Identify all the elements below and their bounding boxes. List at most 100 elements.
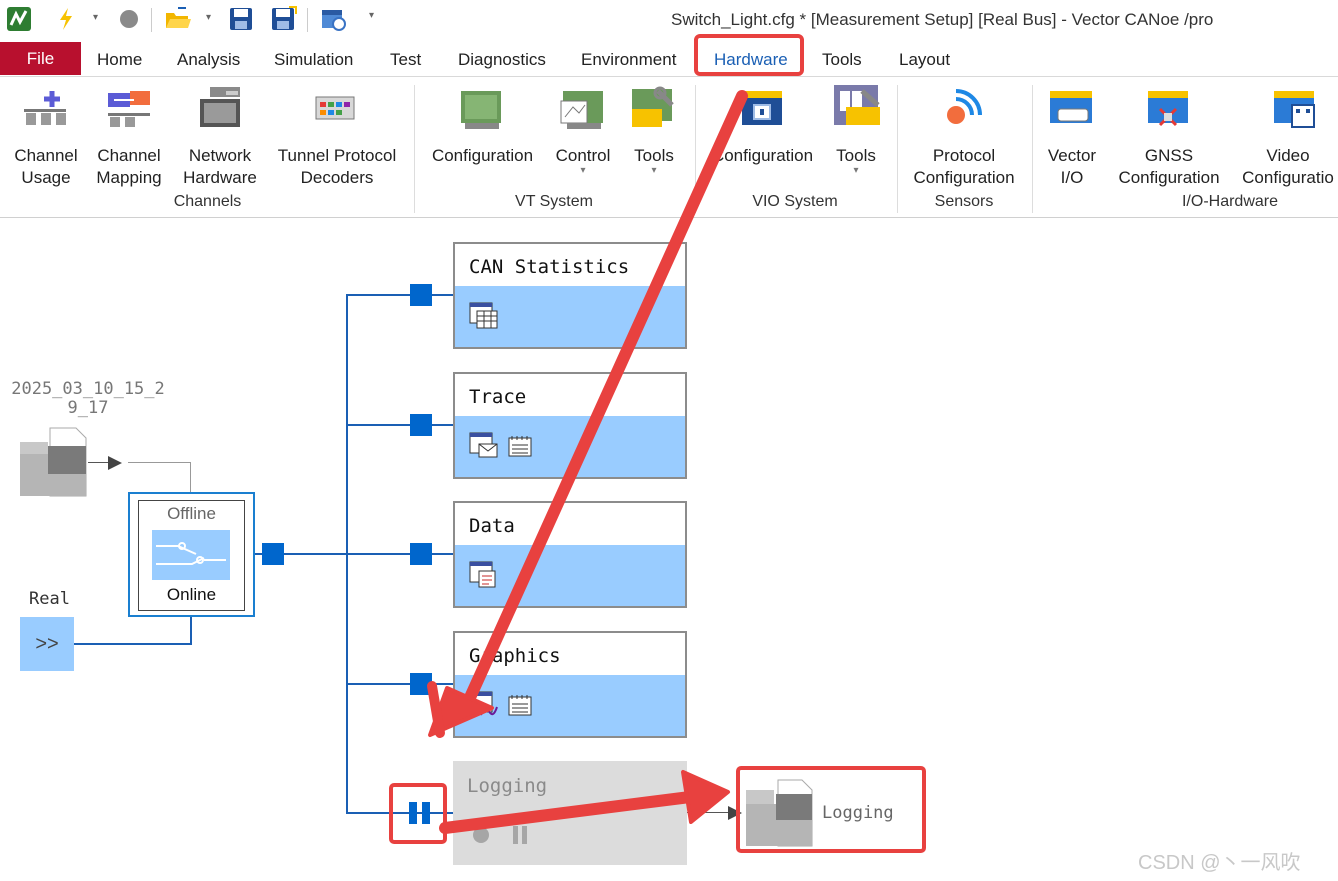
chevron-down-icon: ▾ (580, 165, 586, 176)
trace-node[interactable] (410, 414, 432, 436)
data-window-icon (469, 561, 496, 588)
trace-window-icon (469, 432, 498, 458)
tab-simulation[interactable]: Simulation (274, 50, 353, 70)
source-to-switch-line-vertical (190, 462, 191, 492)
switch-output-node[interactable] (262, 543, 284, 565)
notepad-icon (508, 436, 532, 457)
vt-configuration-button[interactable]: Configuration (425, 145, 540, 167)
online-offline-switch[interactable]: Offline Online (128, 492, 255, 617)
ribbon-group-separator (1032, 85, 1033, 213)
record-pause-icons (473, 826, 527, 844)
video-configuration-button[interactable]: Video Configuratio (1238, 145, 1338, 189)
channel-usage-icon (20, 87, 70, 140)
sensor-signal-icon (938, 85, 988, 138)
video-configuration-icon (1272, 87, 1322, 138)
block-title: CAN Statistics (469, 256, 630, 278)
vio-configuration-button[interactable]: Configuration (705, 145, 820, 167)
logging-block[interactable]: Logging (453, 761, 687, 865)
channel-usage-button[interactable]: Channel Usage (10, 145, 82, 189)
vt-tools-icon (630, 85, 680, 136)
source-arrow-head (108, 456, 122, 470)
graphics-block[interactable]: Graphics (453, 631, 687, 738)
tab-diagnostics[interactable]: Diagnostics (458, 50, 546, 70)
stop-measurement-icon[interactable] (118, 6, 140, 37)
annotation-box-pause (389, 783, 447, 844)
graphics-window-icon (469, 691, 498, 716)
graphics-node[interactable] (410, 673, 432, 695)
channel-mapping-button[interactable]: Channel Mapping (93, 145, 165, 189)
vt-control-button[interactable]: Control ▾ (548, 145, 618, 176)
toolbar-separator (151, 8, 152, 32)
data-node[interactable] (410, 543, 432, 565)
tab-analysis[interactable]: Analysis (177, 50, 240, 70)
tunnel-protocol-decoders-icon (314, 93, 360, 132)
annotation-box-hardware-tab (694, 34, 804, 76)
tab-home[interactable]: Home (97, 50, 142, 70)
can-statistics-node[interactable] (410, 284, 432, 306)
switch-icon (152, 530, 230, 580)
customize-toolbar-icon[interactable]: ▾ (369, 10, 374, 21)
ribbon-tab-bar: File Home Analysis Simulation Test Diagn… (0, 40, 1338, 77)
open-folder-icon[interactable] (164, 6, 192, 37)
offline-label[interactable]: Offline (138, 504, 245, 524)
gnss-configuration-button[interactable]: GNSS Configuration (1113, 145, 1225, 189)
block-title: Trace (469, 386, 527, 408)
real-to-switch-line-vertical (190, 617, 192, 645)
annotation-box-logging-file (736, 766, 926, 853)
trace-block[interactable]: Trace (453, 372, 687, 479)
block-title: Logging (467, 775, 548, 797)
ribbon-group-separator (897, 85, 898, 213)
window-title: Switch_Light.cfg * [Measurement Setup] [… (671, 10, 1214, 29)
ribbon-group-vio-system: VIO System (752, 193, 838, 210)
save-icon[interactable] (229, 6, 253, 37)
network-hardware-button[interactable]: Network Hardware (180, 145, 260, 189)
real-to-switch-line (74, 643, 192, 645)
tab-layout[interactable]: Layout (899, 50, 950, 70)
tunnel-protocol-decoders-button[interactable]: Tunnel Protocol Decoders (272, 145, 402, 189)
source-file-icon[interactable] (20, 426, 90, 503)
source-to-switch-line (128, 462, 191, 463)
branch-line-can-statistics (346, 294, 454, 296)
notepad-icon (508, 695, 532, 716)
ribbon-group-channels: Channels (173, 193, 242, 210)
save-as-icon[interactable] (271, 6, 297, 37)
block-title: Graphics (469, 645, 561, 667)
toolbar-separator (307, 8, 308, 32)
tab-test[interactable]: Test (390, 50, 421, 70)
ribbon-group-separator (414, 85, 415, 213)
ribbon-group-sensors: Sensors (934, 193, 994, 210)
block-body (455, 545, 685, 606)
branch-line-graphics (346, 683, 454, 685)
real-bus-label: Real (29, 589, 70, 609)
vt-tools-button[interactable]: Tools ▾ (626, 145, 682, 176)
vector-io-button[interactable]: Vector I/O (1040, 145, 1104, 189)
ribbon-group-separator (695, 85, 696, 213)
branch-line-trace (346, 424, 454, 426)
vio-tools-icon (832, 83, 884, 136)
watermark: CSDN @丶一风吹 (1138, 852, 1301, 874)
chevron-down-icon: ▾ (853, 165, 859, 176)
source-file-name: 2025_03_10_15_2 9_17 (11, 379, 165, 418)
start-measurement-icon[interactable] (56, 6, 76, 37)
chevron-down-icon[interactable]: ▾ (206, 12, 211, 23)
canoe-app-icon[interactable] (6, 6, 32, 37)
data-block[interactable]: Data (453, 501, 687, 608)
title-bar: ▾ ▾ ▾ Switch_Light.cfg * [Measurement Se… (0, 0, 1338, 40)
ribbon-group-vt-system: VT System (515, 193, 593, 210)
chevron-down-icon: ▾ (651, 165, 657, 176)
vector-io-icon (1048, 87, 1098, 138)
measurement-setup-canvas[interactable]: 2025_03_10_15_2 9_17 Offline Online Real … (0, 218, 1338, 881)
vio-tools-button[interactable]: Tools ▾ (828, 145, 884, 176)
channel-mapping-icon (104, 87, 154, 140)
chevron-down-icon[interactable]: ▾ (93, 12, 98, 23)
protocol-configuration-button[interactable]: Protocol Configuration (905, 145, 1023, 189)
configuration-icon[interactable] (320, 6, 348, 37)
tab-environment[interactable]: Environment (581, 50, 676, 70)
tab-file[interactable]: File (0, 42, 81, 75)
can-statistics-block[interactable]: CAN Statistics (453, 242, 687, 349)
online-label[interactable]: Online (138, 585, 245, 605)
block-body (455, 416, 685, 477)
real-bus-icon[interactable]: >> (20, 617, 74, 671)
tab-tools[interactable]: Tools (822, 50, 862, 70)
vio-configuration-icon (738, 87, 788, 138)
